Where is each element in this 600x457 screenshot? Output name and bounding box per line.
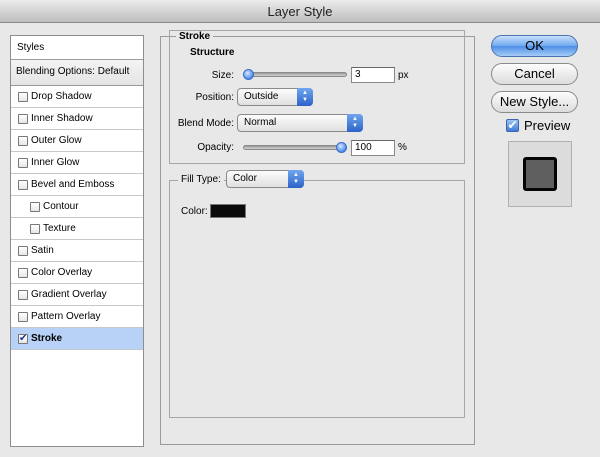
style-checkbox[interactable] bbox=[18, 114, 28, 124]
blending-options-item[interactable]: Blending Options: Default bbox=[11, 60, 143, 86]
size-input[interactable]: 3 bbox=[351, 67, 395, 83]
position-select[interactable]: Outside ▲ ▼ bbox=[237, 88, 313, 106]
style-preview bbox=[508, 141, 572, 207]
style-item-outer-glow[interactable]: Outer Glow bbox=[11, 130, 143, 152]
color-label: Color: bbox=[181, 206, 208, 217]
opacity-label: Opacity: bbox=[197, 142, 234, 153]
style-item-label: Contour bbox=[43, 201, 79, 212]
popup-arrows-icon: ▲ ▼ bbox=[297, 88, 313, 106]
style-item-label: Inner Glow bbox=[31, 157, 80, 168]
style-item-label: Outer Glow bbox=[31, 135, 82, 146]
style-item-label: Inner Shadow bbox=[31, 113, 93, 124]
style-checkbox[interactable] bbox=[30, 202, 40, 212]
style-item-texture[interactable]: Texture bbox=[11, 218, 143, 240]
position-label: Position: bbox=[195, 92, 234, 103]
styles-header[interactable]: Styles bbox=[11, 36, 143, 60]
check-icon: ✔ bbox=[507, 118, 518, 132]
preview-swatch bbox=[523, 157, 557, 191]
style-item-stroke[interactable]: ✔ Stroke bbox=[11, 328, 143, 350]
size-slider-knob[interactable] bbox=[243, 69, 254, 80]
size-unit: px bbox=[398, 70, 409, 81]
window-title: Layer Style bbox=[0, 0, 600, 23]
structure-section-title: Structure bbox=[187, 47, 238, 58]
style-checkbox[interactable] bbox=[18, 180, 28, 190]
ok-button[interactable]: OK bbox=[491, 35, 578, 57]
size-slider-track[interactable] bbox=[243, 72, 347, 77]
size-label: Size: bbox=[211, 70, 234, 81]
style-item-satin[interactable]: Satin bbox=[11, 240, 143, 262]
style-item-contour[interactable]: Contour bbox=[11, 196, 143, 218]
style-checkbox[interactable] bbox=[18, 158, 28, 168]
style-checkbox[interactable] bbox=[18, 268, 28, 278]
popup-arrows-icon: ▲ ▼ bbox=[347, 114, 363, 132]
style-item-label: Pattern Overlay bbox=[31, 311, 101, 322]
new-style-button[interactable]: New Style... bbox=[491, 91, 578, 113]
style-item-label: Gradient Overlay bbox=[31, 289, 107, 300]
style-checkbox[interactable] bbox=[18, 312, 28, 322]
position-value: Outside bbox=[244, 91, 279, 102]
style-item-label: Texture bbox=[43, 223, 76, 234]
style-checkbox[interactable] bbox=[18, 92, 28, 102]
check-icon: ✔ bbox=[19, 333, 28, 344]
fill-type-label: Fill Type: bbox=[178, 174, 224, 185]
opacity-input[interactable]: 100 bbox=[351, 140, 395, 156]
opacity-slider-track[interactable] bbox=[243, 145, 347, 150]
style-item-label: Stroke bbox=[31, 333, 63, 344]
style-item-label: Drop Shadow bbox=[31, 91, 92, 102]
style-checkbox[interactable] bbox=[18, 136, 28, 146]
preview-label: Preview bbox=[524, 118, 571, 133]
blend-mode-select[interactable]: Normal ▲ ▼ bbox=[237, 114, 363, 132]
opacity-unit: % bbox=[398, 142, 407, 153]
style-item-pattern-overlay[interactable]: Pattern Overlay bbox=[11, 306, 143, 328]
style-item-bevel-and-emboss[interactable]: Bevel and Emboss bbox=[11, 174, 143, 196]
style-item-label: Bevel and Emboss bbox=[31, 179, 115, 190]
styles-list: Styles Blending Options: Default Drop Sh… bbox=[10, 35, 144, 447]
blend-mode-label: Blend Mode: bbox=[177, 118, 234, 129]
blend-mode-value: Normal bbox=[244, 117, 277, 128]
color-swatch[interactable] bbox=[210, 204, 246, 218]
style-item-label: Satin bbox=[31, 245, 54, 256]
style-items: Drop Shadow Inner Shadow Outer Glow Inner G… bbox=[11, 86, 143, 350]
opacity-slider-knob[interactable] bbox=[336, 142, 347, 153]
style-item-color-overlay[interactable]: Color Overlay bbox=[11, 262, 143, 284]
style-checkbox[interactable] bbox=[30, 224, 40, 234]
style-item-drop-shadow[interactable]: Drop Shadow bbox=[11, 86, 143, 108]
style-checkbox[interactable] bbox=[18, 246, 28, 256]
style-item-inner-shadow[interactable]: Inner Shadow bbox=[11, 108, 143, 130]
style-checkbox[interactable] bbox=[18, 290, 28, 300]
popup-arrows-icon: ▲ ▼ bbox=[288, 170, 304, 188]
style-item-inner-glow[interactable]: Inner Glow bbox=[11, 152, 143, 174]
fill-type-value: Color bbox=[233, 173, 257, 184]
cancel-button[interactable]: Cancel bbox=[491, 63, 578, 85]
style-checkbox[interactable]: ✔ bbox=[18, 334, 28, 344]
style-item-label: Color Overlay bbox=[31, 267, 93, 278]
preview-checkbox[interactable]: ✔ bbox=[506, 119, 519, 132]
fill-type-select[interactable]: Color ▲ ▼ bbox=[226, 170, 304, 188]
style-item-gradient-overlay[interactable]: Gradient Overlay bbox=[11, 284, 143, 306]
